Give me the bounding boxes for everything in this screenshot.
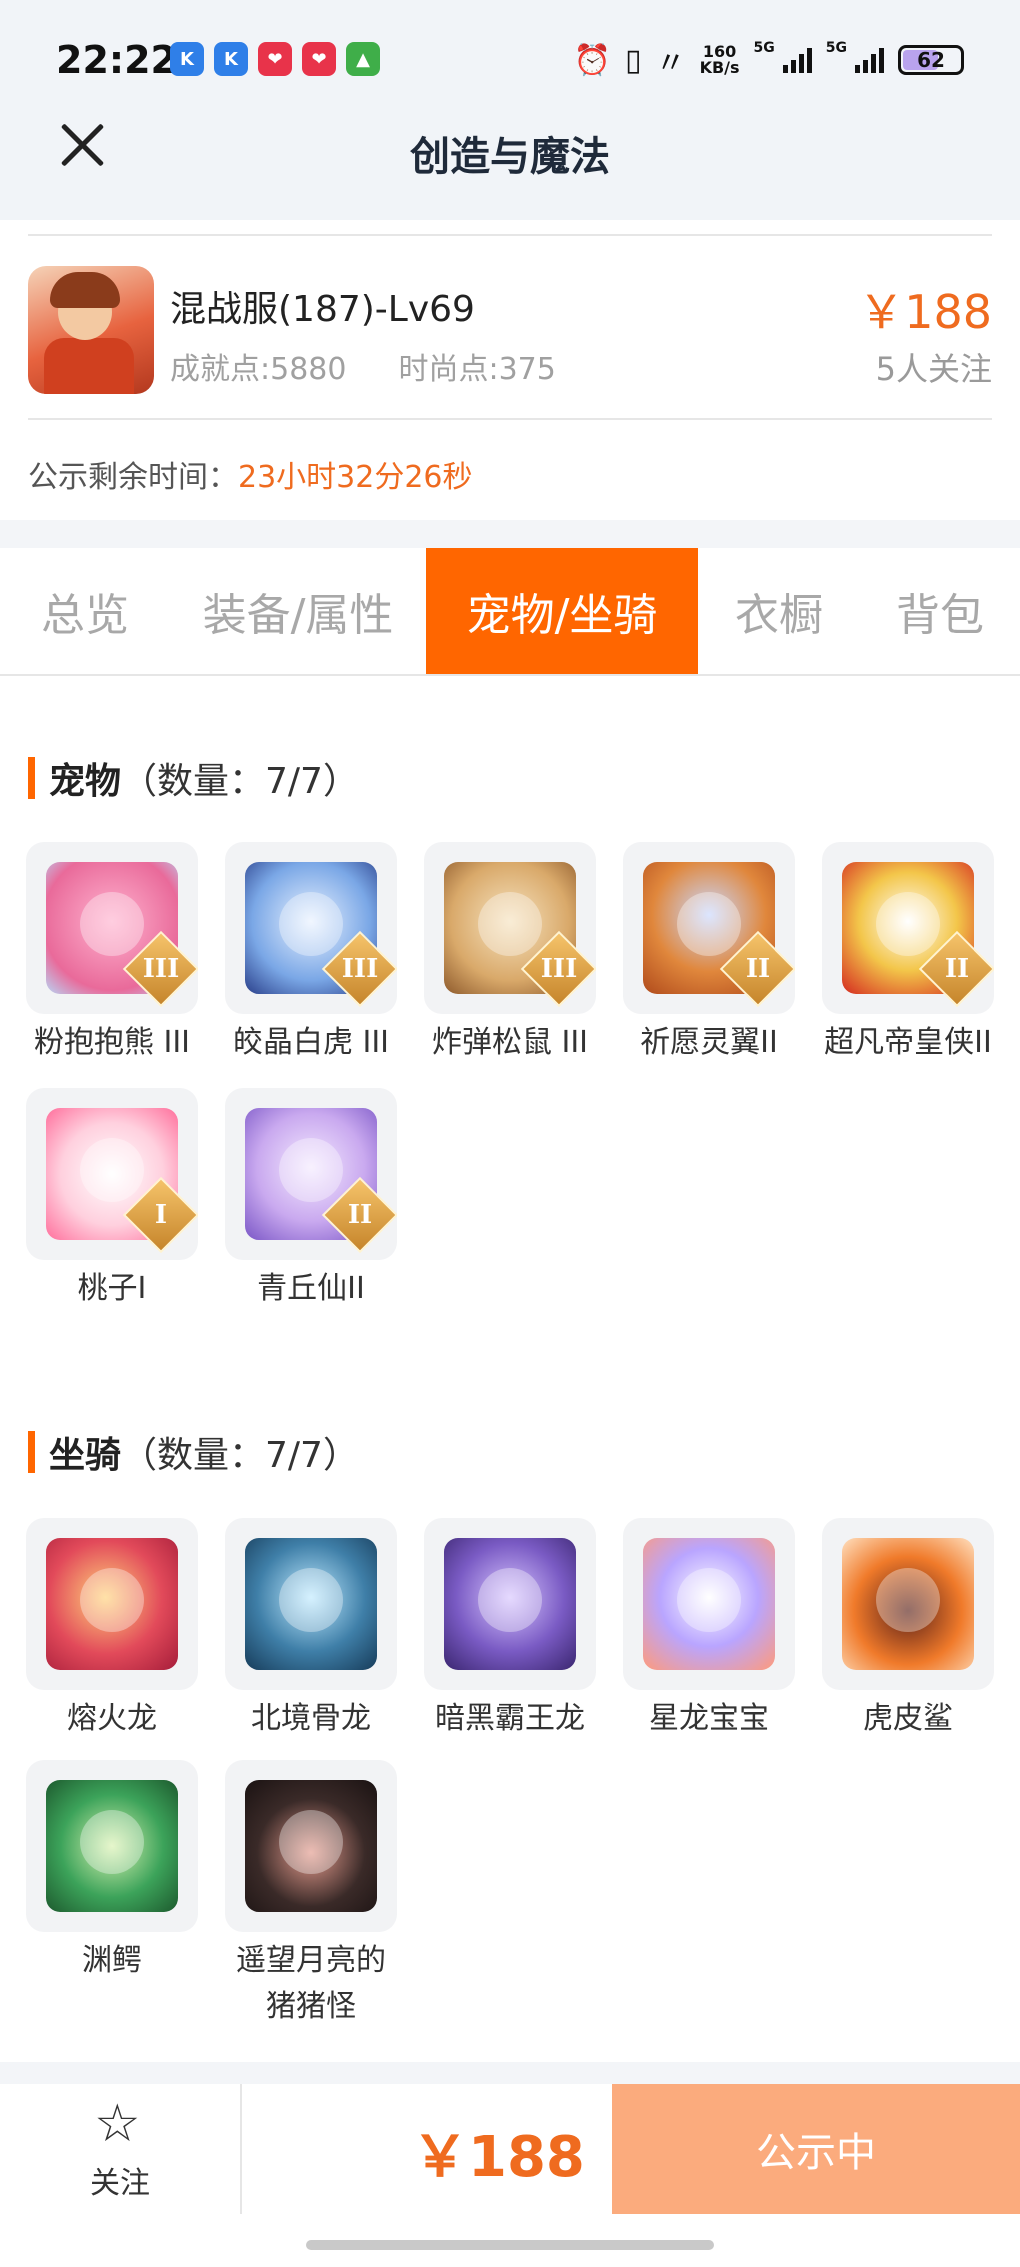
notification-app-icon: K (214, 42, 248, 76)
pet-thumbnail: III (26, 842, 198, 1014)
pet-item[interactable]: III 炸弹松鼠 III (424, 842, 596, 1066)
bottom-action-bar: ☆ 关注 ￥188 公示中 (0, 2084, 1020, 2214)
star-icon: ☆ (94, 2094, 141, 2154)
divider-band (0, 2062, 1020, 2084)
tab-backpack[interactable]: 背包 (860, 548, 1020, 674)
item-stats: 成就点:5880 时尚点:375 (170, 344, 556, 388)
pet-item[interactable]: II 青丘仙II (225, 1088, 397, 1312)
mount-thumbnail (822, 1518, 994, 1690)
pet-thumbnail: II (822, 842, 994, 1014)
pets-grid: III 粉抱抱熊 III III 皎晶白虎 III III 炸弹松鼠 III I… (26, 842, 996, 1312)
mount-name: 星龙宝宝 (649, 1701, 769, 1736)
mount-thumbnail (225, 1518, 397, 1690)
alarm-icon: ⏰ (573, 42, 612, 78)
mount-name: 熔火龙 (67, 1701, 157, 1736)
item-price: ￥188 (858, 285, 992, 339)
notice-label: 公示剩余时间： (28, 460, 238, 495)
notification-app-icon: ❤ (302, 42, 336, 76)
mounts-grid: 熔火龙 北境骨龙 暗黑霸王龙 星龙宝宝 虎皮鲨 渊鳄 遥望月亮的猪猪怪 (26, 1518, 996, 2030)
network-type: 5G (753, 40, 775, 56)
pet-thumbnail: II (225, 1088, 397, 1260)
status-button[interactable]: 公示中 (612, 2084, 1020, 2214)
tab-overview[interactable]: 总览 (0, 548, 170, 674)
network-speed: 160 KB/s (699, 42, 740, 77)
item-card[interactable]: 混战服(187)-Lv69 成就点:5880 时尚点:375 ￥188 5人关注 (28, 234, 992, 420)
fashion-points: 时尚点:375 (398, 352, 556, 387)
mount-thumbnail (225, 1760, 397, 1932)
pet-item[interactable]: II 超凡帝皇侠II (822, 842, 994, 1066)
follower-count: 5人关注 (875, 350, 992, 388)
pet-name: 粉抱抱熊 III (33, 1025, 191, 1060)
character-avatar (28, 266, 154, 394)
pet-name: 青丘仙II (257, 1271, 365, 1306)
notification-app-icon: K (170, 42, 204, 76)
item-name: 混战服(187)-Lv69 (170, 289, 475, 330)
pet-name: 桃子I (77, 1271, 147, 1306)
pet-item[interactable]: III 粉抱抱熊 III (26, 842, 198, 1066)
home-indicator[interactable] (306, 2240, 714, 2250)
pet-item[interactable]: I 桃子I (26, 1088, 198, 1312)
total-price: ￥188 (412, 2125, 585, 2190)
mount-item[interactable]: 熔火龙 (26, 1518, 198, 1742)
mount-name: 北境骨龙 (251, 1701, 371, 1736)
mounts-section-title: 坐骑 （数量：7/7） (28, 1426, 359, 1478)
notification-app-icon: ❤ (258, 42, 292, 76)
notice-timer: 公示剩余时间：23小时32分26秒 (28, 452, 473, 496)
signal-icon (855, 47, 884, 73)
tab-equipment[interactable]: 装备/属性 (170, 548, 426, 674)
tab-bar: 总览 装备/属性 宠物/坐骑 衣橱 背包 (0, 548, 1020, 676)
tab-pets-mounts[interactable]: 宠物/坐骑 (426, 548, 698, 674)
notification-app-icon: ▲ (346, 42, 380, 76)
signal-icon (782, 47, 812, 73)
notice-remaining: 23小时32分26秒 (238, 460, 473, 495)
mount-name: 虎皮鲨 (863, 1701, 953, 1736)
network-type: 5G (825, 40, 847, 56)
divider-band (0, 520, 1020, 548)
pet-name: 祈愿灵翼II (640, 1025, 778, 1060)
signal-extra-icon: 〃 (655, 46, 686, 81)
follow-button[interactable]: ☆ 关注 (0, 2084, 242, 2214)
pet-item[interactable]: II 祈愿灵翼II (623, 842, 795, 1066)
mount-item[interactable]: 遥望月亮的猪猪怪 (225, 1760, 397, 2030)
pets-section-title: 宠物 （数量：7/7） (28, 752, 359, 804)
status-indicators: ⏰ ▯ 〃 160 KB/s 5G 5G 62 (574, 38, 964, 82)
mount-name: 暗黑霸王龙 (435, 1701, 585, 1736)
status-app-icons: K K ❤ ❤ ▲ (170, 42, 380, 76)
vibrate-icon: ▯ (625, 42, 642, 78)
achievement-points: 成就点:5880 (170, 352, 347, 387)
mount-thumbnail (26, 1518, 198, 1690)
pet-thumbnail: I (26, 1088, 198, 1260)
mount-item[interactable]: 渊鳄 (26, 1760, 198, 2030)
mount-item[interactable]: 虎皮鲨 (822, 1518, 994, 1742)
pet-thumbnail: III (225, 842, 397, 1014)
top-bar: 22:22 K K ❤ ❤ ▲ ⏰ ▯ 〃 160 KB/s 5G 5G 62 … (0, 0, 1020, 220)
tab-wardrobe[interactable]: 衣橱 (698, 548, 860, 674)
follow-label: 关注 (90, 2166, 150, 2201)
pet-thumbnail: III (424, 842, 596, 1014)
pet-item[interactable]: III 皎晶白虎 III (225, 842, 397, 1066)
mount-item[interactable]: 暗黑霸王龙 (424, 1518, 596, 1742)
mount-item[interactable]: 北境骨龙 (225, 1518, 397, 1742)
pet-name: 超凡帝皇侠II (824, 1025, 992, 1060)
page-title: 创造与魔法 (410, 134, 610, 180)
battery-icon: 62 (898, 45, 964, 75)
mount-name: 渊鳄 (82, 1943, 142, 1978)
battery-level: 62 (917, 48, 945, 72)
pet-name: 皎晶白虎 III (232, 1025, 390, 1060)
mount-thumbnail (623, 1518, 795, 1690)
pet-thumbnail: II (623, 842, 795, 1014)
mount-thumbnail (26, 1760, 198, 1932)
mount-thumbnail (424, 1518, 596, 1690)
pet-name: 炸弹松鼠 III (431, 1025, 589, 1060)
mount-item[interactable]: 星龙宝宝 (623, 1518, 795, 1742)
status-time: 22:22 (56, 38, 177, 82)
mount-name: 遥望月亮的猪猪怪 (236, 1943, 386, 2024)
